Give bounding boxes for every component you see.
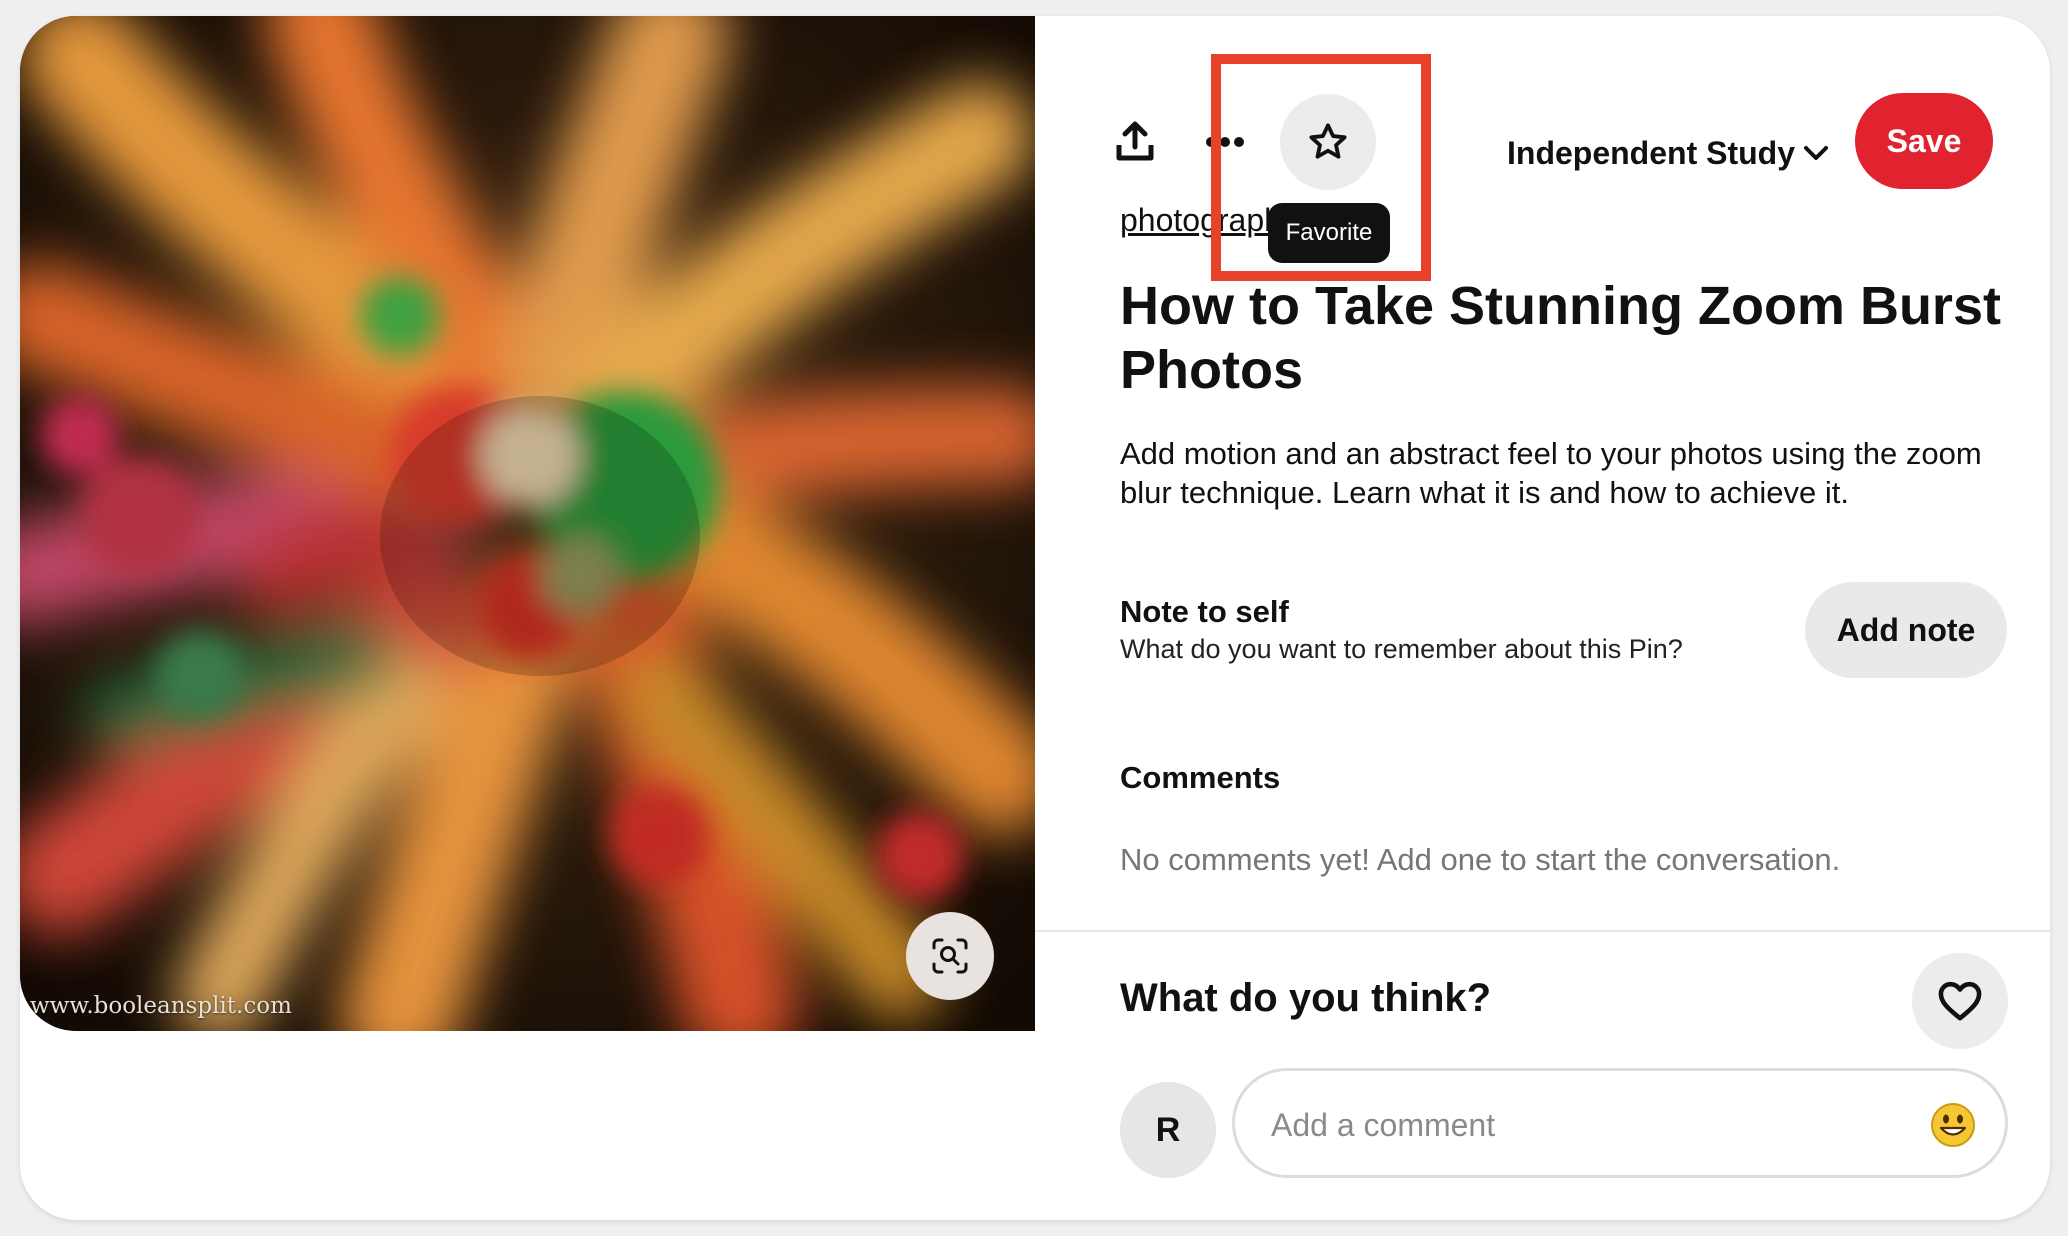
board-select[interactable]: Independent Study <box>1507 128 1829 178</box>
pin-details-panel: photography.com Favorite Independent Stu… <box>1035 16 2050 1220</box>
comment-input[interactable] <box>1269 1097 1913 1153</box>
pin-card: www.booleansplit.com photography.com Fav… <box>20 16 2050 1220</box>
comments-heading: Comments <box>1120 760 1281 795</box>
divider <box>1035 930 2050 932</box>
share-button[interactable] <box>1105 112 1165 172</box>
pin-description: Add motion and an abstract feel to your … <box>1120 436 1982 510</box>
note-heading: Note to self <box>1120 594 1289 629</box>
chevron-down-icon <box>1804 146 1828 160</box>
visual-search-button[interactable] <box>906 912 994 1000</box>
no-comments-text: No comments yet! Add one to start the co… <box>1120 842 1841 877</box>
share-icon <box>1116 121 1154 161</box>
pin-image[interactable]: www.booleansplit.com <box>20 16 1035 1031</box>
avatar[interactable]: R <box>1120 1082 1216 1178</box>
highlight-box <box>1211 54 1431 281</box>
save-button[interactable]: Save <box>1855 93 1993 189</box>
note-subtext: What do you want to remember about this … <box>1120 634 1683 664</box>
comment-box[interactable] <box>1232 1068 2008 1178</box>
reaction-prompt: What do you think? <box>1120 976 1492 1020</box>
zoom-burst-photo <box>20 16 1035 1031</box>
heart-icon <box>1938 981 1982 1021</box>
emoji-icon[interactable] <box>1929 1101 1977 1149</box>
add-note-button[interactable]: Add note <box>1805 582 2007 678</box>
pin-title: How to Take Stunning Zoom Burst Photos <box>1120 276 2001 400</box>
react-button[interactable] <box>1912 953 2008 1049</box>
image-watermark: www.booleansplit.com <box>30 993 292 1019</box>
board-name: Independent Study <box>1507 134 1795 171</box>
visual-search-icon <box>932 938 968 974</box>
